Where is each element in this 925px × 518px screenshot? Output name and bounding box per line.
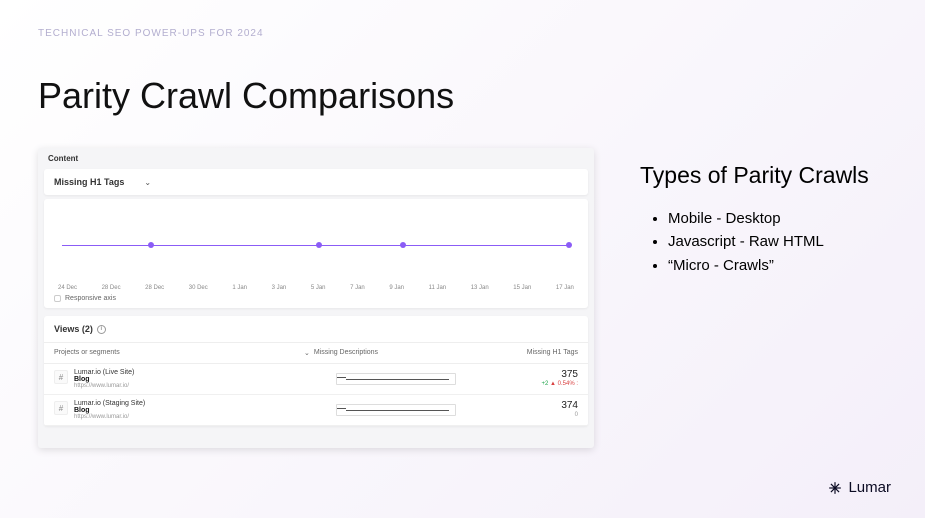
x-tick: 11 Jan [429, 285, 447, 291]
chart-point [566, 242, 572, 248]
x-tick: 7 Jan [350, 285, 365, 291]
dashboard-screenshot: Content Missing H1 Tags ⌄ 24 Dec 28 Dec … [38, 148, 594, 448]
responsive-axis-toggle[interactable]: Responsive axis [54, 291, 578, 302]
h1-delta: 0 [575, 412, 578, 418]
slide-title: Parity Crawl Comparisons [38, 75, 454, 117]
delta-zero: 0 [575, 412, 578, 418]
trend-chart-card: 24 Dec 28 Dec 28 Dec 30 Dec 1 Jan 3 Jan … [44, 199, 588, 308]
dashboard-section-title: Content [38, 148, 594, 169]
chart-point [316, 242, 322, 248]
brand-footer: Lumar [828, 479, 891, 496]
x-axis-labels: 24 Dec 28 Dec 28 Dec 30 Dec 1 Jan 3 Jan … [54, 281, 578, 291]
col-projects-header: Projects or segments [54, 349, 304, 357]
delta-plus: +2 [542, 381, 549, 387]
h1-value: 375 [488, 369, 578, 380]
lumar-logo-icon [828, 481, 842, 495]
checkbox-icon [54, 295, 61, 302]
slide-header-label: TECHNICAL SEO POWER-UPS FOR 2024 [38, 28, 264, 39]
list-item: “Micro - Crawls” [668, 254, 910, 277]
right-column: Types of Parity Crawls Mobile - Desktop … [640, 162, 910, 277]
brand-name: Lumar [848, 479, 891, 496]
sort-icon[interactable]: ⌄ [304, 349, 310, 357]
right-title: Types of Parity Crawls [640, 162, 910, 189]
x-tick: 17 Jan [556, 285, 574, 291]
metric-dropdown-label: Missing H1 Tags [54, 177, 124, 187]
trend-chart [54, 211, 578, 281]
parity-crawl-types-list: Mobile - Desktop Javascript - Raw HTML “… [640, 207, 910, 277]
views-title: Views (2) [54, 324, 93, 334]
x-tick: 24 Dec [58, 285, 77, 291]
info-icon[interactable]: i [97, 325, 106, 334]
views-column-headers: Projects or segments ⌄ Missing Descripti… [44, 343, 588, 364]
chevron-down-icon: ⌄ [144, 178, 151, 187]
project-url: https://www.lumar.io/ [74, 414, 145, 420]
x-tick: 9 Jan [389, 285, 404, 291]
x-tick: 28 Dec [102, 285, 121, 291]
responsive-axis-label: Responsive axis [65, 295, 116, 302]
list-item: Mobile - Desktop [668, 207, 910, 230]
h1-value: 374 [488, 400, 578, 411]
sparkline [336, 373, 456, 385]
col-h1-header: Missing H1 Tags [488, 349, 578, 357]
views-header: Views (2) i [44, 316, 588, 343]
x-tick: 15 Jan [513, 285, 531, 291]
hash-icon: # [54, 370, 68, 384]
hash-icon: # [54, 401, 68, 415]
h1-delta: +2 ▲ 0.54% : [542, 381, 578, 387]
project-name: Lumar.io (Live Site) [74, 369, 134, 376]
chart-point [148, 242, 154, 248]
x-tick: 3 Jan [272, 285, 287, 291]
project-tag: Blog [74, 376, 134, 383]
views-card: Views (2) i Projects or segments ⌄ Missi… [44, 316, 588, 426]
project-name: Lumar.io (Staging Site) [74, 400, 145, 407]
list-item: Javascript - Raw HTML [668, 230, 910, 253]
metric-dropdown[interactable]: Missing H1 Tags ⌄ [44, 169, 588, 195]
project-tag: Blog [74, 407, 145, 414]
x-tick: 13 Jan [471, 285, 489, 291]
x-tick: 5 Jan [311, 285, 326, 291]
sparkline [336, 404, 456, 416]
project-url: https://www.lumar.io/ [74, 383, 134, 389]
x-tick: 28 Dec [145, 285, 164, 291]
x-tick: 30 Dec [189, 285, 208, 291]
delta-percent: ▲ 0.54% : [550, 381, 578, 387]
table-row[interactable]: # Lumar.io (Live Site) Blog https://www.… [44, 364, 588, 395]
x-tick: 1 Jan [232, 285, 247, 291]
chart-point [400, 242, 406, 248]
col-desc-header: Missing Descriptions [314, 349, 488, 357]
table-row[interactable]: # Lumar.io (Staging Site) Blog https://w… [44, 395, 588, 426]
